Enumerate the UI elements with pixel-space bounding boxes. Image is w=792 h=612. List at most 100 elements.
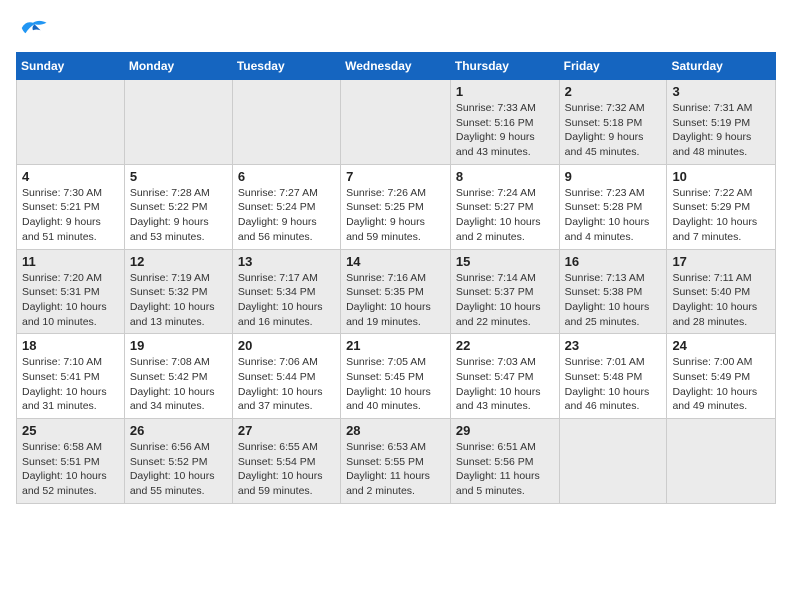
calendar-cell: 22Sunrise: 7:03 AM Sunset: 5:47 PM Dayli… [450, 334, 559, 419]
day-number: 10 [672, 169, 770, 184]
day-number: 25 [22, 423, 119, 438]
calendar-header-row: SundayMondayTuesdayWednesdayThursdayFrid… [17, 53, 776, 80]
day-info: Sunrise: 7:00 AM Sunset: 5:49 PM Dayligh… [672, 355, 770, 414]
day-info: Sunrise: 7:17 AM Sunset: 5:34 PM Dayligh… [238, 271, 335, 330]
day-number: 4 [22, 169, 119, 184]
day-number: 20 [238, 338, 335, 353]
day-number: 26 [130, 423, 227, 438]
calendar-cell: 1 Sunrise: 7:33 AM Sunset: 5:16 PM Daylig… [450, 80, 559, 165]
day-number: 23 [565, 338, 662, 353]
calendar-cell: 17 Sunrise: 7:11 AM Sunset: 5:40 PM Dayli… [667, 249, 776, 334]
day-info: Sunrise: 7:22 AM Sunset: 5:29 PM Dayligh… [672, 186, 770, 245]
day-number: 16 [565, 254, 662, 269]
calendar-cell [341, 80, 451, 165]
calendar-body: 1 Sunrise: 7:33 AM Sunset: 5:16 PM Daylig… [17, 80, 776, 504]
calendar-cell: 3 Sunrise: 7:31 AM Sunset: 5:19 PM Daylig… [667, 80, 776, 165]
calendar-cell [232, 80, 340, 165]
day-number: 18 [22, 338, 119, 353]
day-info: Sunrise: 7:19 AM Sunset: 5:32 PM Dayligh… [130, 271, 227, 330]
day-info: Sunrise: 6:58 AM Sunset: 5:51 PM Dayligh… [22, 440, 119, 499]
calendar-day-header: Saturday [667, 53, 776, 80]
calendar-day-header: Sunday [17, 53, 125, 80]
calendar-week-row: 18 Sunrise: 7:10 AM Sunset: 5:41 PM Dayli… [17, 334, 776, 419]
day-number: 13 [238, 254, 335, 269]
day-info: Sunrise: 7:08 AM Sunset: 5:42 PM Dayligh… [130, 355, 227, 414]
calendar-cell: 27 Sunrise: 6:55 AM Sunset: 5:54 PM Dayli… [232, 419, 340, 504]
day-number: 28 [346, 423, 445, 438]
day-info: Sunrise: 7:24 AM Sunset: 5:27 PM Dayligh… [456, 186, 554, 245]
day-info: Sunrise: 7:23 AM Sunset: 5:28 PM Dayligh… [565, 186, 662, 245]
day-number: 24 [672, 338, 770, 353]
day-info: Sunrise: 6:51 AM Sunset: 5:56 PM Dayligh… [456, 440, 554, 499]
calendar-cell: 16 Sunrise: 7:13 AM Sunset: 5:38 PM Dayli… [559, 249, 667, 334]
calendar-cell [17, 80, 125, 165]
calendar-cell: 9 Sunrise: 7:23 AM Sunset: 5:28 PM Daylig… [559, 164, 667, 249]
calendar-cell: 8 Sunrise: 7:24 AM Sunset: 5:27 PM Daylig… [450, 164, 559, 249]
calendar-cell: 28 Sunrise: 6:53 AM Sunset: 5:55 PM Dayli… [341, 419, 451, 504]
calendar-table: SundayMondayTuesdayWednesdayThursdayFrid… [16, 52, 776, 504]
day-number: 7 [346, 169, 445, 184]
calendar-cell [124, 80, 232, 165]
calendar-cell: 6 Sunrise: 7:27 AM Sunset: 5:24 PM Daylig… [232, 164, 340, 249]
day-info: Sunrise: 7:13 AM Sunset: 5:38 PM Dayligh… [565, 271, 662, 330]
day-info: Sunrise: 7:16 AM Sunset: 5:35 PM Dayligh… [346, 271, 445, 330]
calendar-cell: 23 Sunrise: 7:01 AM Sunset: 5:48 PM Dayli… [559, 334, 667, 419]
day-info: Sunrise: 7:32 AM Sunset: 5:18 PM Dayligh… [565, 101, 662, 160]
calendar-cell: 20 Sunrise: 7:06 AM Sunset: 5:44 PM Dayli… [232, 334, 340, 419]
calendar-cell: 15 Sunrise: 7:14 AM Sunset: 5:37 PM Dayli… [450, 249, 559, 334]
day-number: 27 [238, 423, 335, 438]
day-number: 12 [130, 254, 227, 269]
day-info: Sunrise: 7:27 AM Sunset: 5:24 PM Dayligh… [238, 186, 335, 245]
calendar-week-row: 1 Sunrise: 7:33 AM Sunset: 5:16 PM Daylig… [17, 80, 776, 165]
day-info: Sunrise: 7:06 AM Sunset: 5:44 PM Dayligh… [238, 355, 335, 414]
calendar-cell: 7 Sunrise: 7:26 AM Sunset: 5:25 PM Daylig… [341, 164, 451, 249]
day-info: Sunrise: 7:01 AM Sunset: 5:48 PM Dayligh… [565, 355, 662, 414]
day-number: 3 [672, 84, 770, 99]
day-info: Sunrise: 7:11 AM Sunset: 5:40 PM Dayligh… [672, 271, 770, 330]
day-info: Sunrise: 7:10 AM Sunset: 5:41 PM Dayligh… [22, 355, 119, 414]
day-info: Sunrise: 6:53 AM Sunset: 5:55 PM Dayligh… [346, 440, 445, 499]
calendar-cell: 19 Sunrise: 7:08 AM Sunset: 5:42 PM Dayli… [124, 334, 232, 419]
calendar-cell: 14Sunrise: 7:16 AM Sunset: 5:35 PM Dayli… [341, 249, 451, 334]
calendar-cell: 4 Sunrise: 7:30 AM Sunset: 5:21 PM Daylig… [17, 164, 125, 249]
calendar-cell: 21Sunrise: 7:05 AM Sunset: 5:45 PM Dayli… [341, 334, 451, 419]
calendar-cell: 2 Sunrise: 7:32 AM Sunset: 5:18 PM Daylig… [559, 80, 667, 165]
calendar-cell [559, 419, 667, 504]
calendar-day-header: Friday [559, 53, 667, 80]
day-info: Sunrise: 7:30 AM Sunset: 5:21 PM Dayligh… [22, 186, 119, 245]
day-number: 29 [456, 423, 554, 438]
day-info: Sunrise: 6:56 AM Sunset: 5:52 PM Dayligh… [130, 440, 227, 499]
calendar-day-header: Monday [124, 53, 232, 80]
day-number: 5 [130, 169, 227, 184]
day-number: 1 [456, 84, 554, 99]
calendar-week-row: 11 Sunrise: 7:20 AM Sunset: 5:31 PM Dayli… [17, 249, 776, 334]
day-info: Sunrise: 7:05 AM Sunset: 5:45 PM Dayligh… [346, 355, 445, 414]
calendar-cell: 18 Sunrise: 7:10 AM Sunset: 5:41 PM Dayli… [17, 334, 125, 419]
logo [16, 16, 48, 40]
day-info: Sunrise: 7:14 AM Sunset: 5:37 PM Dayligh… [456, 271, 554, 330]
day-number: 6 [238, 169, 335, 184]
day-info: Sunrise: 7:26 AM Sunset: 5:25 PM Dayligh… [346, 186, 445, 245]
day-info: Sunrise: 6:55 AM Sunset: 5:54 PM Dayligh… [238, 440, 335, 499]
day-number: 22 [456, 338, 554, 353]
calendar-cell: 26 Sunrise: 6:56 AM Sunset: 5:52 PM Dayli… [124, 419, 232, 504]
day-number: 15 [456, 254, 554, 269]
day-number: 19 [130, 338, 227, 353]
day-info: Sunrise: 7:28 AM Sunset: 5:22 PM Dayligh… [130, 186, 227, 245]
day-info: Sunrise: 7:33 AM Sunset: 5:16 PM Dayligh… [456, 101, 554, 160]
calendar-cell [667, 419, 776, 504]
logo-bird-icon [18, 16, 48, 40]
day-number: 8 [456, 169, 554, 184]
day-number: 11 [22, 254, 119, 269]
day-info: Sunrise: 7:31 AM Sunset: 5:19 PM Dayligh… [672, 101, 770, 160]
day-number: 2 [565, 84, 662, 99]
day-info: Sunrise: 7:20 AM Sunset: 5:31 PM Dayligh… [22, 271, 119, 330]
calendar-cell: 10 Sunrise: 7:22 AM Sunset: 5:29 PM Dayli… [667, 164, 776, 249]
header [16, 16, 776, 40]
day-number: 17 [672, 254, 770, 269]
day-number: 9 [565, 169, 662, 184]
calendar-day-header: Tuesday [232, 53, 340, 80]
calendar-cell: 13 Sunrise: 7:17 AM Sunset: 5:34 PM Dayli… [232, 249, 340, 334]
calendar-cell: 29 Sunrise: 6:51 AM Sunset: 5:56 PM Dayli… [450, 419, 559, 504]
calendar-cell: 25 Sunrise: 6:58 AM Sunset: 5:51 PM Dayli… [17, 419, 125, 504]
